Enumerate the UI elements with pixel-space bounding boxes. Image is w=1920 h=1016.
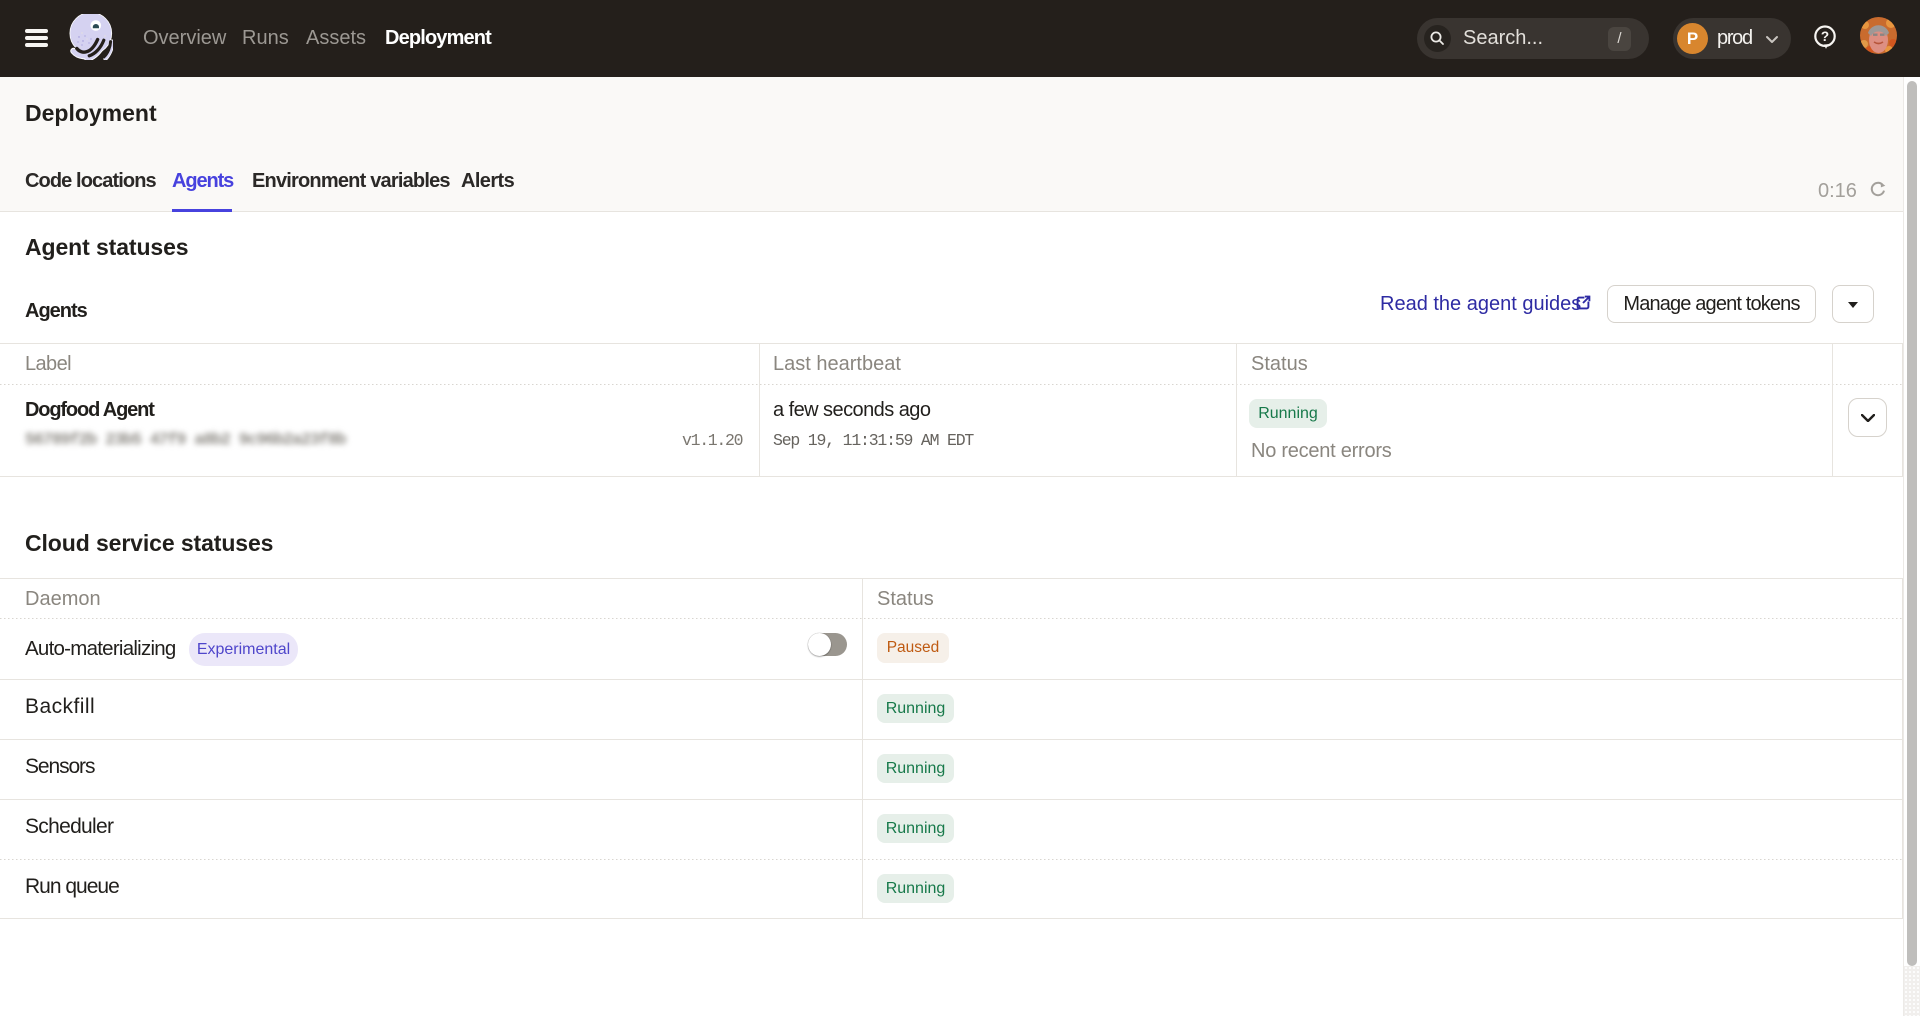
svg-text:?: ?	[1821, 29, 1829, 44]
